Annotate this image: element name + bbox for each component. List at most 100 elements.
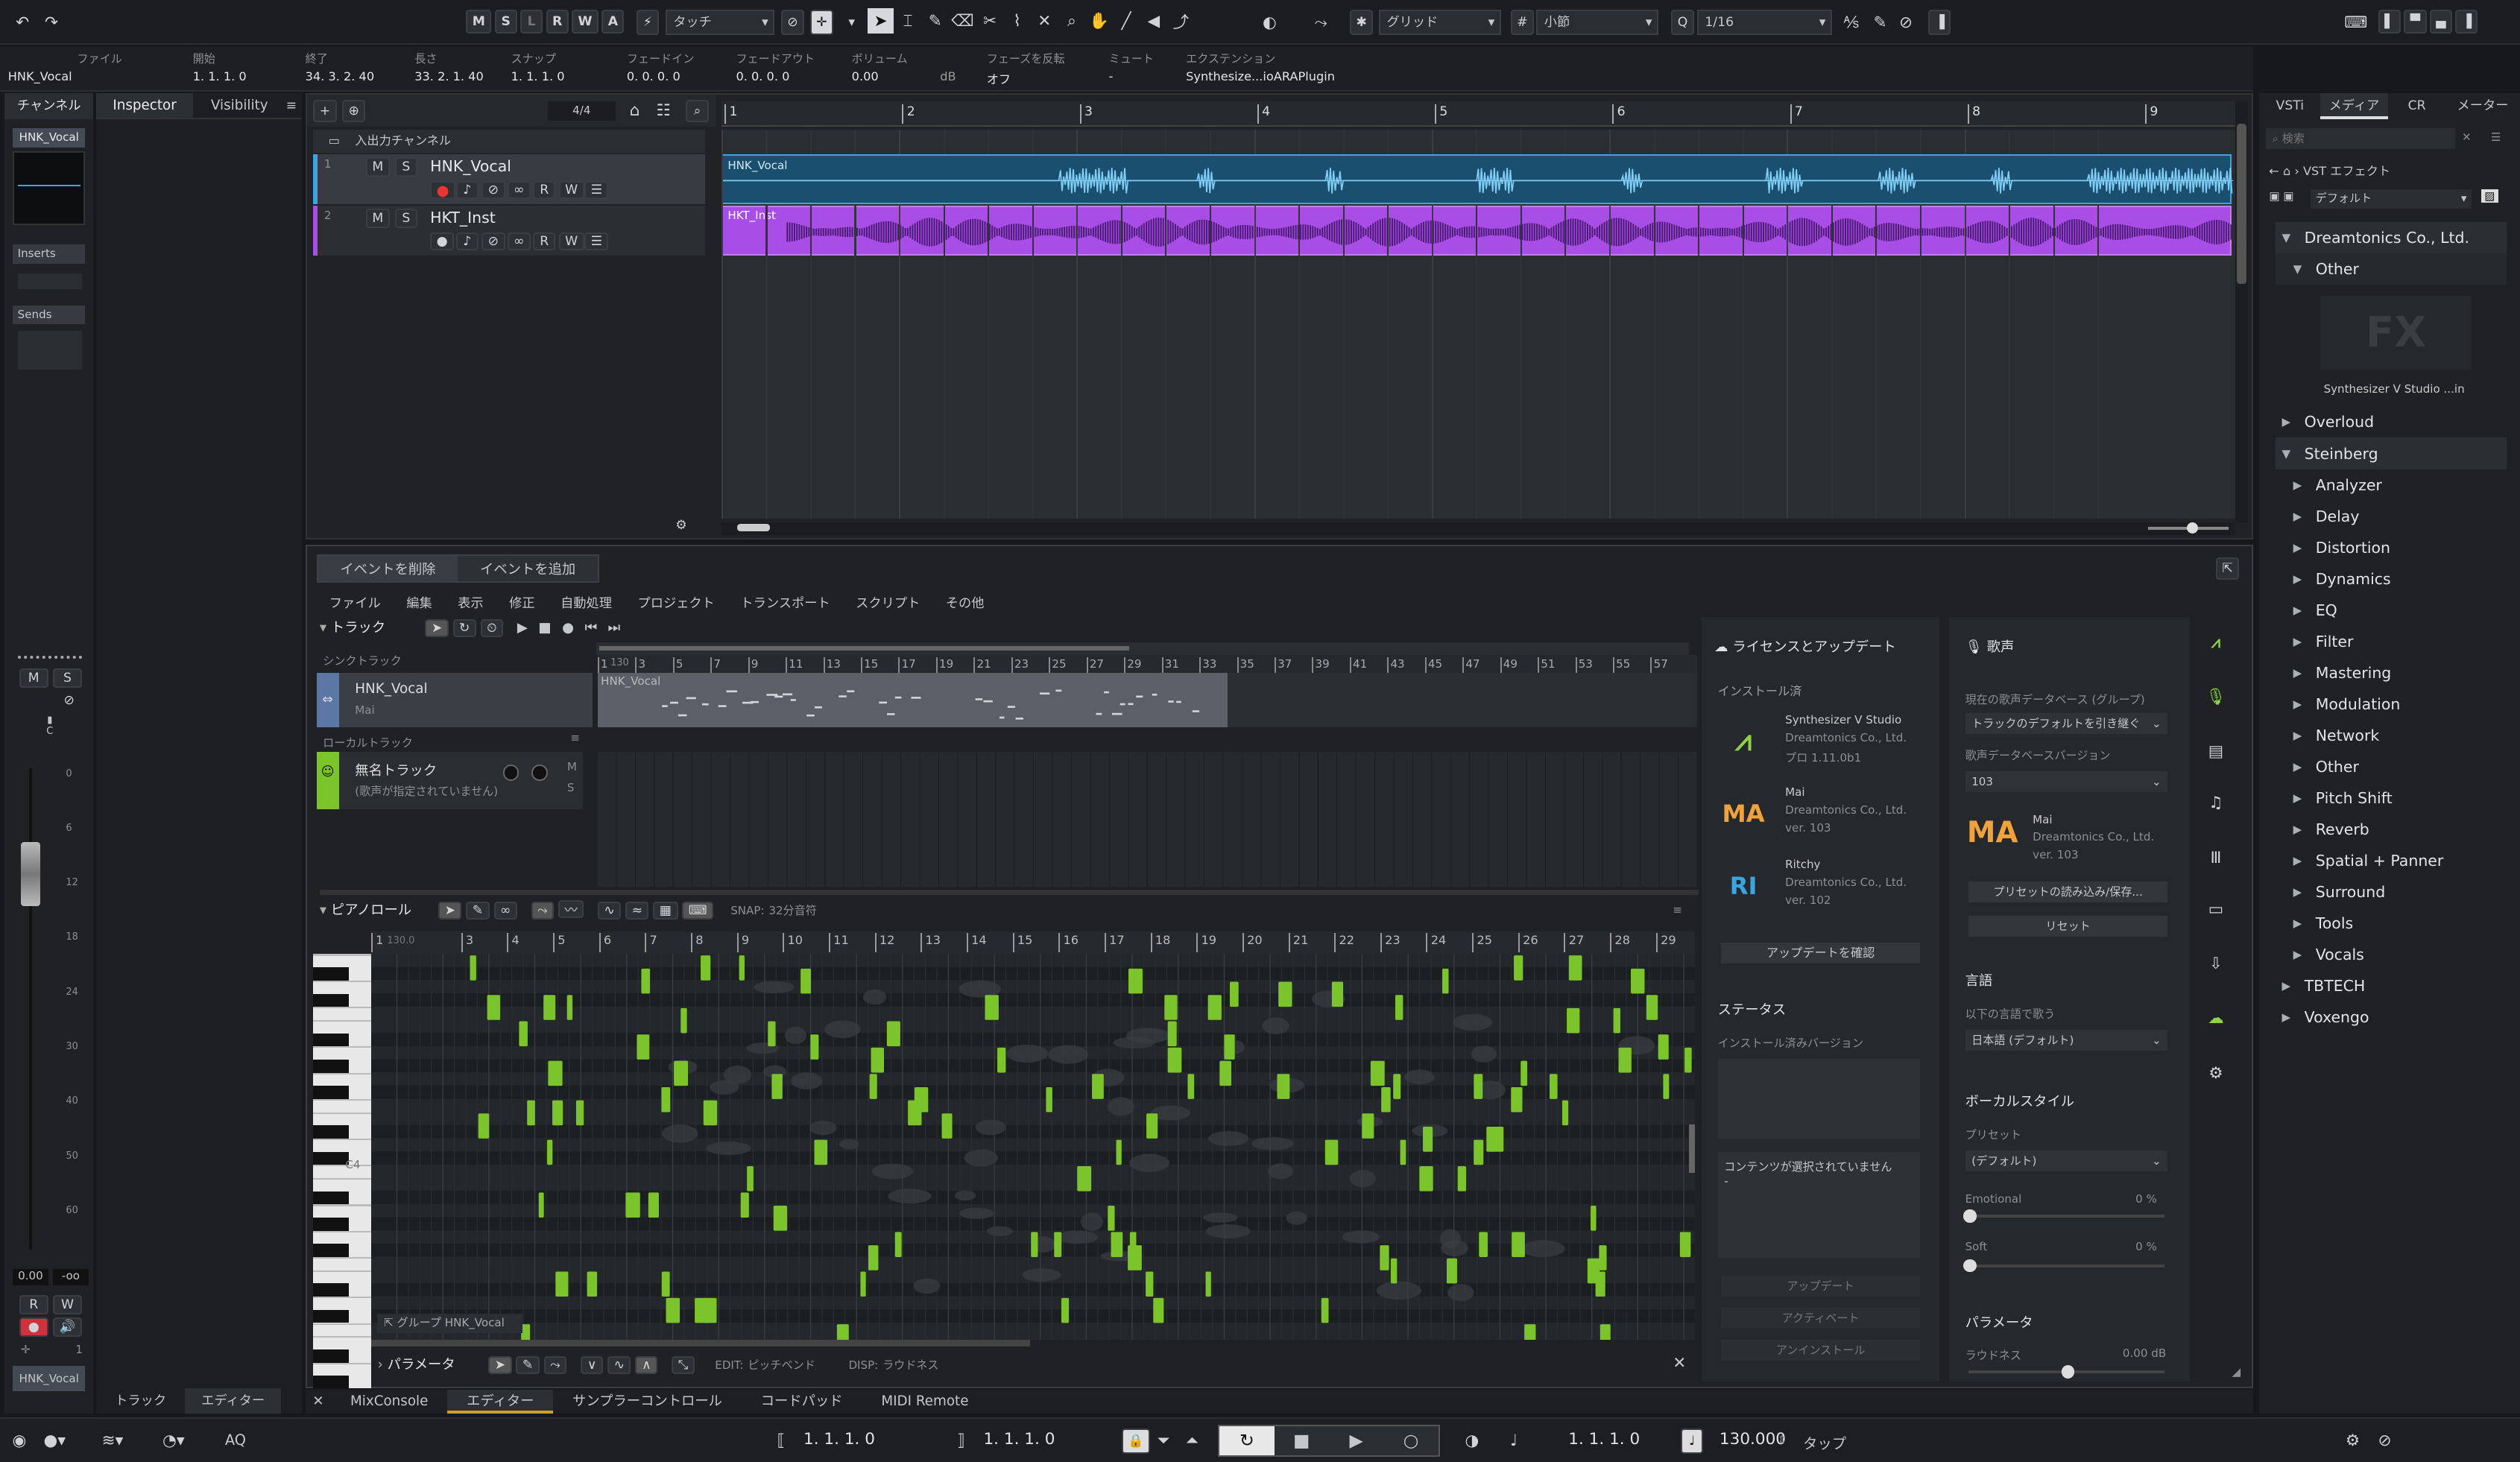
position-icon[interactable]: ♩ [1501,1428,1526,1454]
position-display[interactable]: 1. 1. 1. 0 [1568,1430,1640,1449]
library-icon[interactable]: Ⅲ [2203,845,2229,870]
black-key[interactable] [313,993,349,1007]
param-x2-icon[interactable]: ⤡ [672,1356,695,1375]
snap-icon[interactable]: ⤳ [1308,10,1333,35]
write-button[interactable]: W [558,232,584,251]
browser-tree-item[interactable]: ▶ Modulation [2276,689,2507,720]
black-key[interactable] [313,967,349,981]
monitor-icon[interactable]: ♪ [455,181,479,200]
keyboard-icon[interactable]: ⌨ [2343,10,2368,35]
zoom-tool-icon[interactable]: ⌕ [1059,8,1084,34]
loudness-slider[interactable] [1968,1365,2164,1379]
param-select-icon[interactable]: ➤ [488,1356,512,1375]
link-icon[interactable]: ∞ [507,181,531,200]
tab-media[interactable]: メディア [2320,93,2388,119]
browser-tree-item[interactable]: ▶ Filter [2276,626,2507,657]
synthv-menu-item[interactable]: その他 [946,592,985,611]
event-display[interactable]: HKT_Inst HNK_Vocal [721,130,2235,519]
export-icon[interactable]: ⇩ [2203,951,2229,976]
db-select[interactable]: トラックのデフォルトを引き継ぐ ⌄ [1965,713,2168,735]
track-mute-button[interactable]: M [365,209,390,228]
metronome-icon[interactable]: ⏲ [480,618,504,637]
tab-editor[interactable]: エディター [447,1389,554,1414]
quantize-icon[interactable]: Q [1671,9,1694,36]
param-pen-icon[interactable]: ✎ [516,1356,540,1375]
pin-icon[interactable]: ✛ [21,1343,31,1356]
track-header-inst[interactable]: 2 M S HKT_Inst ● ♪ ⊘ ∞ R W ☰ [313,205,706,256]
param-line-icon[interactable]: ⤳ [543,1356,567,1375]
browser-tree-item[interactable]: ▶ TBTECH [2276,970,2507,1001]
browser-tree-item[interactable]: ▼ Steinberg [2275,437,2507,469]
solo-mode-button[interactable]: S [494,9,517,34]
metronome-icon[interactable]: ◔▾ [161,1428,186,1454]
automation-button[interactable]: A [601,9,625,34]
browser-tree-item[interactable]: ▶ Delay [2276,501,2507,532]
write-mode-button[interactable]: W [572,9,599,34]
image-icon[interactable]: ▨ [2480,189,2498,203]
note-icon[interactable]: ♫ [2203,791,2229,816]
tempo-track-icon[interactable]: ♩ [1681,1428,1704,1454]
keyboard-tool-icon[interactable]: ⌨ [682,902,714,920]
tab-meter[interactable]: メーター [2445,93,2519,118]
project-ruler[interactable]: 1 2 3 4 5 6 7 8 9 [721,101,2235,127]
left-locator-icon[interactable]: ⟦ [768,1428,794,1454]
monitor-icon[interactable]: 🔊 [53,1317,82,1337]
edit-channel-icon[interactable]: ☰ [584,232,609,251]
tab-midi-remote[interactable]: MIDI Remote [862,1390,988,1414]
list-view-icon[interactable]: ☰ [2491,130,2501,144]
track-header-vocal[interactable]: 1 M S HNK_Vocal ● ♪ ⊘ ∞ R W ☰ [313,154,706,204]
pointer-tool-icon[interactable]: ➤ [425,618,449,637]
color-tool-icon[interactable]: ◐ [1257,10,1282,35]
tab-mixconsole[interactable]: MixConsole [331,1390,447,1414]
quantize-off-icon[interactable]: ⊘ [1893,10,1919,35]
browser-tree-item[interactable]: ▶ Dynamics [2276,563,2507,595]
monitor-icon[interactable]: ♪ [455,232,479,251]
lang-select[interactable]: 日本語 (デフォルト) ⌄ [1965,1029,2168,1051]
autoscroll-dropdown-icon[interactable]: ▾ [839,10,864,35]
right-locator-icon[interactable]: ⟧ [948,1428,973,1454]
black-key[interactable] [313,1033,349,1047]
tab-chordpad[interactable]: コードパッド [742,1390,862,1414]
listen-icon[interactable]: ⊘ [56,688,81,713]
track-mute-button[interactable]: M [365,157,390,177]
path-label[interactable]: VST エフェクト [2303,164,2390,178]
close-icon[interactable]: ✕ [1673,1354,1686,1373]
track-preset-icon[interactable]: ⊕ [342,99,366,122]
synthv-menu-item[interactable]: トランスポート [740,592,830,611]
search-input[interactable]: ⌕ 検索 [2265,128,2456,150]
black-key[interactable] [313,1218,349,1231]
browser-tree-item[interactable]: ▼ Dreamtonics Co., Ltd. [2275,221,2507,253]
synthv-logo-icon[interactable]: ⩘ [2203,630,2229,655]
edit-value[interactable]: ピッチベンド [748,1358,815,1372]
stop-icon[interactable]: ■ [538,620,551,636]
local-menu-icon[interactable]: ≡ [570,731,580,744]
black-key[interactable] [313,1059,349,1073]
suspend-icon[interactable]: ⊘ [780,9,805,36]
select-tool-icon[interactable]: ➤ [438,902,462,920]
pitch-tool-icon[interactable]: ⤳ [531,902,555,920]
track-scrollbar[interactable] [596,642,1689,656]
read-button[interactable]: R [533,232,556,251]
right-zone-icon[interactable]: ▐ [2455,9,2478,34]
sv-ruler[interactable]: 1 3 5 7 9 11 13 15 17 19 21 23 25 27 29 31 33 35 37 39 41 43 4… [597,655,1697,675]
black-key[interactable] [313,1086,349,1099]
fader[interactable] [21,768,40,1250]
quantize-select[interactable]: 1/16 ▾ [1696,9,1832,36]
resize-handle-icon[interactable]: ◢ [2232,1365,2241,1379]
write-button[interactable]: W [53,1294,82,1314]
track-colors-icon[interactable]: ▐ [1928,9,1951,36]
read-write-icon[interactable]: ⊘ [481,232,505,251]
insert-slot[interactable] [17,273,82,290]
upper-zone-icon[interactable]: ▀ [2404,9,2427,34]
browser-tree-item[interactable]: ▶ Pitch Shift [2276,782,2507,814]
check-update-button[interactable]: アップデートを確認 [1720,943,1921,964]
black-key[interactable] [313,1283,349,1297]
param-shape1-icon[interactable]: ∨ [581,1356,604,1375]
record-button[interactable]: ● [19,1317,48,1337]
black-key[interactable] [313,1244,349,1258]
select-tool-icon[interactable]: ➤ [868,7,894,34]
update-button[interactable]: アップデート [1720,1275,1921,1297]
left-zone-icon[interactable]: ▌ [2378,9,2401,34]
tab-vsti[interactable]: VSTi [2259,93,2320,118]
stop-icon[interactable]: ■ [1275,1426,1329,1455]
